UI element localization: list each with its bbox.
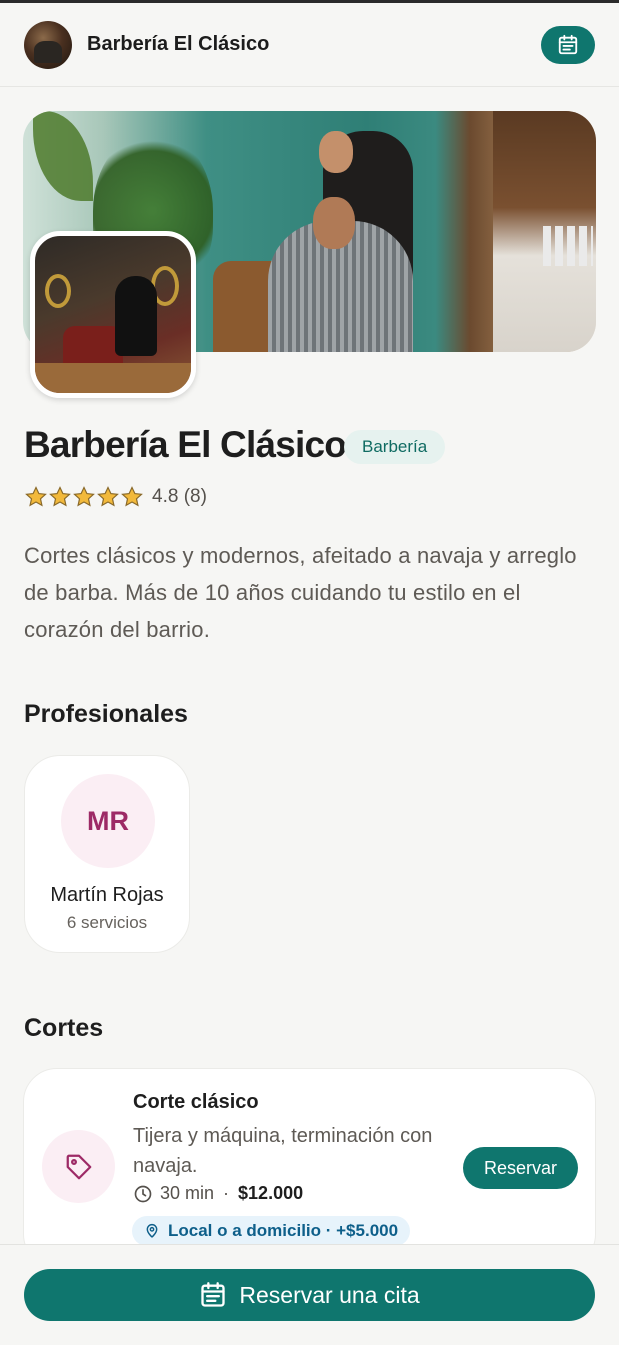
- star-icon: [97, 486, 119, 507]
- shop-avatar[interactable]: [24, 20, 72, 69]
- reserve-service-button[interactable]: Reservar: [463, 1147, 578, 1189]
- service-description: Tijera y máquina, terminación con navaja…: [133, 1125, 433, 1177]
- professionals-title: Profesionales: [24, 700, 188, 728]
- clock-icon: [134, 1185, 152, 1202]
- category-badge: Barbería: [344, 430, 446, 464]
- tag-icon: [42, 1130, 115, 1203]
- professional-card[interactable]: MR Martín Rojas 6 servicios: [24, 755, 190, 953]
- star-icon: [25, 486, 47, 507]
- service-card[interactable]: Corte clásico Tijera y máquina, terminac…: [23, 1068, 596, 1268]
- calendar-icon: [201, 1282, 226, 1307]
- location-pin-icon: [146, 1224, 158, 1238]
- business-name: Barbería El Clásico: [24, 424, 347, 465]
- app-bar: Barbería El Clásico: [0, 3, 619, 87]
- calendar-icon: [558, 34, 578, 54]
- service-price: $12.000: [238, 1183, 304, 1203]
- star-icon: [121, 486, 143, 507]
- service-duration: 30 min: [160, 1183, 215, 1203]
- professional-name: Martín Rojas: [50, 884, 164, 906]
- rating: 4.8 (8): [24, 485, 207, 509]
- book-appointment-label: Reservar una cita: [239, 1281, 420, 1308]
- meta-separator: ·: [223, 1183, 230, 1203]
- location-text: Local o a domicilio · +$5.000: [168, 1221, 399, 1240]
- star-icon: [49, 486, 71, 507]
- calendar-button[interactable]: [541, 25, 595, 64]
- star-icon: [73, 486, 95, 507]
- professional-avatar: MR: [61, 774, 155, 868]
- business-description: Cortes clásicos y modernos, afeitado a n…: [24, 543, 577, 642]
- location-badge: Local o a domicilio · +$5.000: [132, 1216, 411, 1246]
- book-appointment-button[interactable]: Reservar una cita: [24, 1269, 595, 1321]
- services-section-title: Cortes: [24, 1014, 104, 1042]
- service-name: Corte clásico: [133, 1091, 259, 1113]
- professional-services-count: 6 servicios: [66, 913, 148, 932]
- profile-photo: [30, 231, 196, 398]
- bottom-action-bar: Reservar una cita: [0, 1244, 619, 1345]
- service-meta: 30 min · $12.000: [133, 1183, 303, 1204]
- app-bar-title: Barbería El Clásico: [87, 33, 270, 55]
- rating-text: 4.8 (8): [152, 486, 207, 507]
